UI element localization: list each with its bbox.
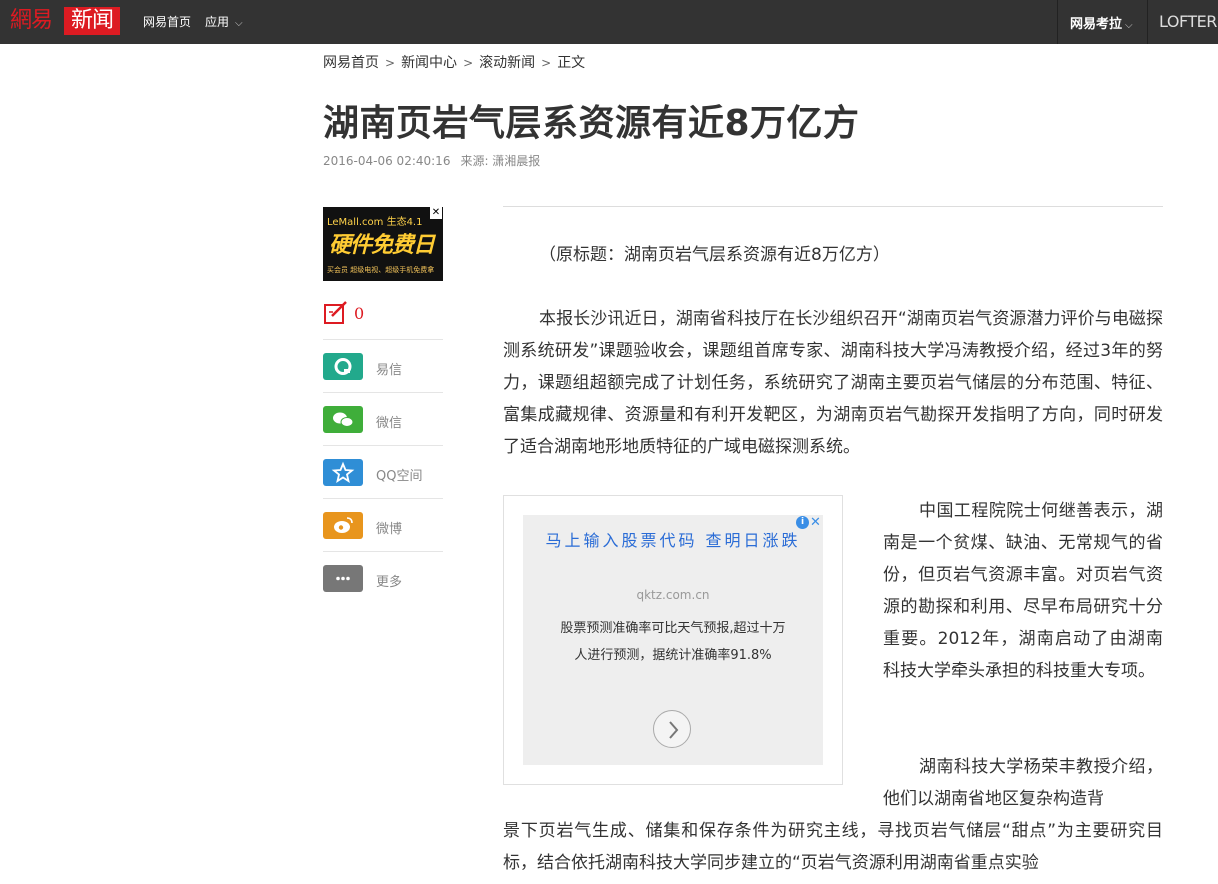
more-icon <box>323 565 363 592</box>
news-logo[interactable]: 新闻 <box>64 7 120 35</box>
breadcrumb: 网易首页 > 新闻中心 > 滚动新闻 > 正文 <box>323 52 585 72</box>
breadcrumb-rolling-news[interactable]: 滚动新闻 <box>479 55 535 71</box>
share-more[interactable]: 更多 <box>323 551 443 604</box>
chevron-down-icon: ⌵ <box>235 18 243 29</box>
chevron-right-icon: > <box>541 56 552 70</box>
article-meta: 2016-04-06 02:40:16 来源: 潇湘晨报 <box>323 152 540 169</box>
nav-kaola-menu[interactable]: 网易考拉 ⌵ <box>1070 13 1133 32</box>
article-date: 2016-04-06 02:40:16 <box>323 154 451 168</box>
share-qzone[interactable]: QQ空间 <box>323 445 443 498</box>
breadcrumb-news-center[interactable]: 新闻中心 <box>401 55 457 71</box>
breadcrumb-current: 正文 <box>557 55 586 71</box>
chevron-down-icon: ⌵ <box>1125 20 1133 31</box>
nav-apps-label: 应用 <box>205 15 230 29</box>
article-title: 湖南页岩气层系资源有近8万亿方 <box>323 103 860 144</box>
side-ad-line3: 买会员 超级电视、超级手机免费拿 <box>327 266 435 274</box>
close-icon[interactable]: ✕ <box>430 207 442 219</box>
nav-netease-home[interactable]: 网易首页 <box>143 13 191 30</box>
ad-headline[interactable]: 马上输入股票代码 查明日涨跌 <box>523 528 823 553</box>
comment-count: 0 <box>354 304 365 323</box>
breadcrumb-home[interactable]: 网易首页 <box>323 55 379 71</box>
article-source[interactable]: 来源: 潇湘晨报 <box>460 154 540 168</box>
top-navbar: 網易 新闻 网易首页 应用 ⌵ 网易考拉 ⌵ LOFTER <box>0 0 1218 44</box>
side-ad-banner[interactable]: LeMall.com 生态4.1 硬件免费日 买会员 超级电视、超级手机免费拿 … <box>323 207 443 281</box>
side-ad-line2: 硬件免费日 <box>329 233 435 258</box>
share-label: QQ空间 <box>376 469 423 484</box>
ad-domain: qktz.com.cn <box>636 588 710 602</box>
chevron-right-icon: > <box>385 56 396 70</box>
article-paragraph: 景下页岩气生成、储集和保存条件为研究主线，寻找页岩气储层“甜点”为主要研究目标，… <box>503 821 1163 873</box>
article-paragraph: 中国工程院院士何继善表示，湖南是一个贫煤、缺油、无常规气的省份，但页岩气资源丰富… <box>883 501 1163 681</box>
share-label: 微信 <box>376 416 403 431</box>
article-paragraph: 本报长沙讯近日，湖南省科技厅在长沙组织召开“湖南页岩气资源潜力评价与电磁探测系统… <box>503 309 1163 457</box>
chevron-right-icon: > <box>463 56 474 70</box>
share-label: 更多 <box>376 575 403 590</box>
weibo-icon <box>323 512 363 539</box>
share-yixin[interactable]: 易信 <box>323 339 443 392</box>
netease-logo[interactable]: 網易 <box>10 7 53 35</box>
article-paragraph: 湖南科技大学杨荣丰教授介绍，他们以湖南省地区复杂构造背 <box>883 757 1163 809</box>
ad-go-button[interactable] <box>653 710 691 748</box>
lofter-link[interactable]: LOFTER <box>1159 12 1217 31</box>
share-label: 易信 <box>376 363 403 378</box>
share-label: 微博 <box>376 522 403 537</box>
inline-ad-content[interactable]: i ✕ 马上输入股票代码 查明日涨跌 qktz.com.cn 股票预测准确率可比… <box>523 515 823 765</box>
ad-description: 股票预测准确率可比天气预报,超过十万 人进行预测，据统计准确率91.8% <box>560 621 786 663</box>
topbar-divider <box>1147 0 1148 44</box>
yixin-icon <box>323 353 363 380</box>
share-weibo[interactable]: 微博 <box>323 498 443 551</box>
chevron-right-icon <box>669 721 679 739</box>
nav-kaola-label: 网易考拉 <box>1070 17 1123 32</box>
side-ad-line1: LeMall.com 生态4.1 <box>327 217 423 228</box>
nav-apps-menu[interactable]: 应用 ⌵ <box>205 13 243 30</box>
edit-comment-icon <box>324 301 347 324</box>
share-wechat[interactable]: 微信 <box>323 392 443 445</box>
qzone-icon <box>323 459 363 486</box>
inline-ad[interactable]: i ✕ 马上输入股票代码 查明日涨跌 qktz.com.cn 股票预测准确率可比… <box>503 495 843 785</box>
topbar-divider <box>1057 0 1058 44</box>
article-paragraph: （原标题：湖南页岩气层系资源有近8万亿方） <box>539 245 890 265</box>
content-divider <box>503 206 1163 207</box>
wechat-icon <box>323 406 363 433</box>
